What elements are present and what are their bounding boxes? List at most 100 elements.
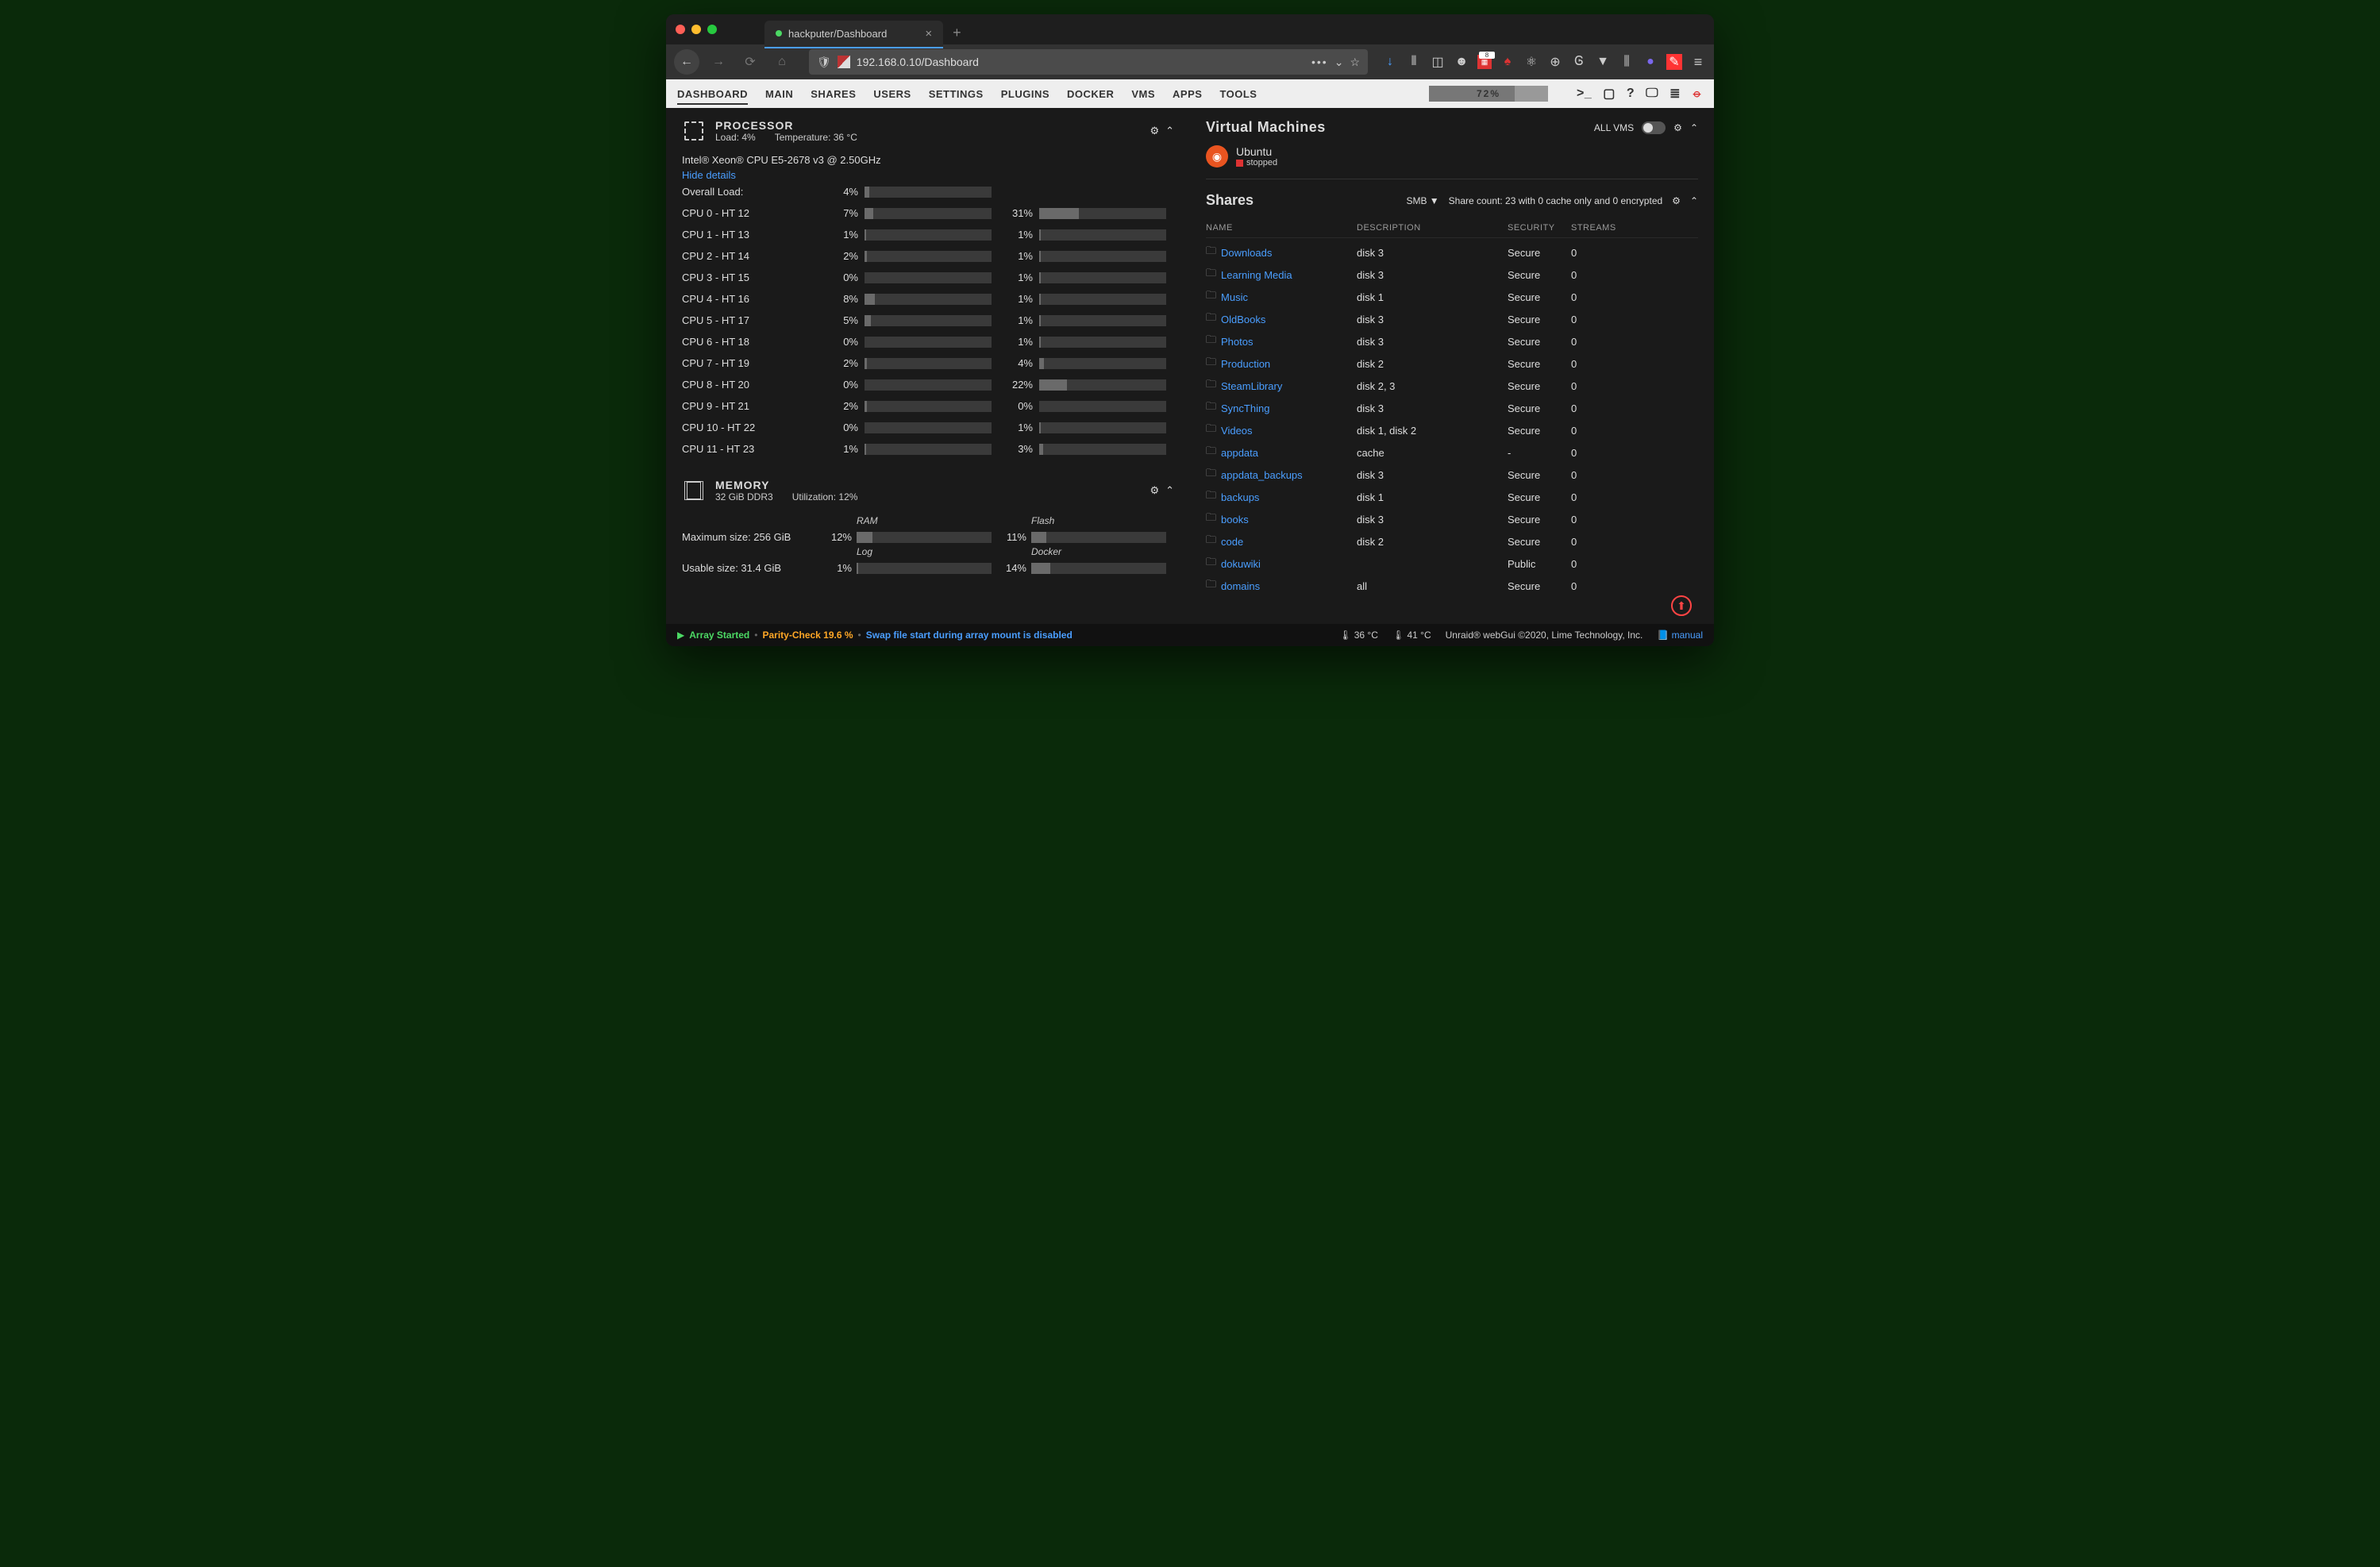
collapse-icon[interactable]: ⌃	[1690, 122, 1698, 133]
nav-dashboard[interactable]: DASHBOARD	[677, 88, 748, 105]
folder-icon: 🗀	[1206, 377, 1216, 395]
share-link[interactable]: dokuwiki	[1221, 558, 1261, 570]
insecure-icon[interactable]	[838, 56, 850, 68]
forward-button[interactable]: →	[706, 49, 731, 75]
memory-size: 32 GiB DDR3	[715, 491, 773, 502]
nav-apps[interactable]: APPS	[1173, 88, 1202, 100]
reload-button[interactable]: ⟳	[737, 49, 763, 75]
share-link[interactable]: appdata_backups	[1221, 469, 1303, 481]
share-link[interactable]: Production	[1221, 358, 1270, 370]
bookmark-icon[interactable]: ☆	[1350, 56, 1360, 69]
folder-icon: 🗀	[1206, 288, 1216, 306]
favicon-icon	[776, 30, 782, 37]
gear-icon[interactable]: ⚙	[1673, 122, 1682, 133]
log-icon[interactable]: ≣	[1669, 86, 1681, 102]
scroll-top-button[interactable]: ⬆	[1671, 595, 1692, 616]
extension-icon-6[interactable]: ⫼	[1619, 55, 1635, 69]
share-row: 🗀backups disk 1 Secure 0	[1206, 486, 1698, 508]
share-link[interactable]: Videos	[1221, 425, 1253, 437]
temp2: 🌡 41 °C	[1392, 629, 1431, 641]
folder-icon: 🗀	[1206, 577, 1216, 595]
feedback-icon[interactable]: ▢	[1603, 86, 1616, 102]
download-icon[interactable]: ↓	[1382, 55, 1398, 69]
back-button[interactable]: ←	[674, 49, 699, 75]
extension-icon-3[interactable]: ⊕	[1547, 54, 1563, 70]
extension-icon-2[interactable]: ⚛	[1523, 54, 1539, 70]
nav-shares[interactable]: SHARES	[811, 88, 856, 100]
vm-item[interactable]: ◉ Ubuntu stopped	[1206, 145, 1698, 167]
collapse-icon[interactable]: ⌃	[1690, 195, 1698, 206]
share-link[interactable]: Learning Media	[1221, 269, 1292, 281]
nav-vms[interactable]: VMS	[1131, 88, 1155, 100]
processor-title: PROCESSOR	[715, 119, 857, 132]
gear-icon[interactable]: ⚙	[1672, 195, 1681, 206]
folder-icon: 🗀	[1206, 355, 1216, 372]
minimize-window[interactable]	[691, 25, 701, 34]
ublock-icon[interactable]: ▦8	[1477, 55, 1492, 69]
nav-settings[interactable]: SETTINGS	[929, 88, 984, 100]
menu-icon[interactable]: ≡	[1690, 54, 1706, 71]
extension-icon-4[interactable]: Ꮆ	[1571, 55, 1587, 69]
nav-tools[interactable]: TOOLS	[1219, 88, 1257, 100]
collapse-icon[interactable]: ⌃	[1165, 484, 1174, 497]
extension-icon-5[interactable]: ▼	[1595, 55, 1611, 69]
pocket-icon[interactable]: ⌄	[1334, 56, 1344, 69]
share-row: 🗀OldBooks disk 3 Secure 0	[1206, 308, 1698, 330]
cpu-icon	[684, 121, 703, 141]
account-icon[interactable]: ☻	[1454, 55, 1469, 69]
cpu-core-row: CPU 6 - HT 18 0% 1%	[682, 331, 1174, 352]
share-link[interactable]: Music	[1221, 291, 1248, 303]
shares-meta: Share count: 23 with 0 cache only and 0 …	[1449, 195, 1663, 206]
share-link[interactable]: backups	[1221, 491, 1259, 503]
stopped-icon	[1236, 160, 1243, 167]
folder-icon: 🗀	[1206, 488, 1216, 506]
new-tab-button[interactable]: +	[953, 25, 961, 41]
hide-details-link[interactable]: Hide details	[682, 169, 1174, 181]
browser-tab[interactable]: hackputer/Dashboard ×	[764, 21, 943, 48]
share-link[interactable]: books	[1221, 514, 1249, 526]
help-icon[interactable]: ?	[1627, 87, 1635, 101]
info-icon[interactable]: 🖵	[1646, 87, 1658, 101]
window-controls	[676, 25, 717, 34]
nav-users[interactable]: USERS	[873, 88, 911, 100]
all-vms-label: ALL VMS	[1594, 122, 1634, 133]
extension-icon-7[interactable]: ●	[1643, 55, 1658, 69]
home-button[interactable]: ⌂	[769, 49, 795, 75]
extension-icon-8[interactable]: ✎	[1666, 54, 1682, 70]
share-row: 🗀dokuwiki Public 0	[1206, 552, 1698, 575]
close-window[interactable]	[676, 25, 685, 34]
sidebar-icon[interactable]: ◫	[1430, 54, 1446, 70]
share-link[interactable]: SyncThing	[1221, 402, 1269, 414]
close-tab-icon[interactable]: ×	[925, 27, 932, 40]
status-bar: ▶ Array Started • Parity-Check 19.6 % • …	[666, 624, 1714, 646]
nav-main[interactable]: MAIN	[765, 88, 793, 100]
shield-icon[interactable]: 🛡	[817, 56, 831, 69]
share-link[interactable]: domains	[1221, 580, 1260, 592]
cpu-core-row: CPU 2 - HT 14 2% 1%	[682, 245, 1174, 267]
share-link[interactable]: Photos	[1221, 336, 1253, 348]
share-link[interactable]: SteamLibrary	[1221, 380, 1282, 392]
extension-icon[interactable]: ♠	[1500, 55, 1515, 69]
terminal-icon[interactable]: >_	[1577, 87, 1592, 101]
manual-link[interactable]: 📘 manual	[1657, 629, 1703, 641]
gear-icon[interactable]: ⚙	[1150, 484, 1159, 497]
vm-toggle[interactable]	[1642, 121, 1666, 134]
nav-docker[interactable]: DOCKER	[1067, 88, 1114, 100]
vm-name: Ubuntu	[1236, 145, 1277, 158]
share-link[interactable]: Downloads	[1221, 247, 1272, 259]
library-icon[interactable]: ⫴	[1406, 55, 1422, 69]
alert-icon[interactable]: ⦵	[1692, 87, 1703, 101]
address-bar[interactable]: 🛡 192.168.0.10/Dashboard ••• ⌄ ☆	[809, 49, 1368, 75]
shares-proto[interactable]: SMB ▼	[1406, 195, 1438, 206]
maximize-window[interactable]	[707, 25, 717, 34]
folder-icon: 🗀	[1206, 399, 1216, 417]
page-actions-icon[interactable]: •••	[1311, 56, 1328, 68]
vm-title: Virtual Machines	[1206, 119, 1326, 136]
share-link[interactable]: code	[1221, 536, 1243, 548]
gear-icon[interactable]: ⚙	[1150, 125, 1159, 137]
collapse-icon[interactable]: ⌃	[1165, 125, 1174, 137]
share-row: 🗀books disk 3 Secure 0	[1206, 508, 1698, 530]
share-link[interactable]: appdata	[1221, 447, 1258, 459]
nav-plugins[interactable]: PLUGINS	[1001, 88, 1049, 100]
share-link[interactable]: OldBooks	[1221, 314, 1265, 325]
